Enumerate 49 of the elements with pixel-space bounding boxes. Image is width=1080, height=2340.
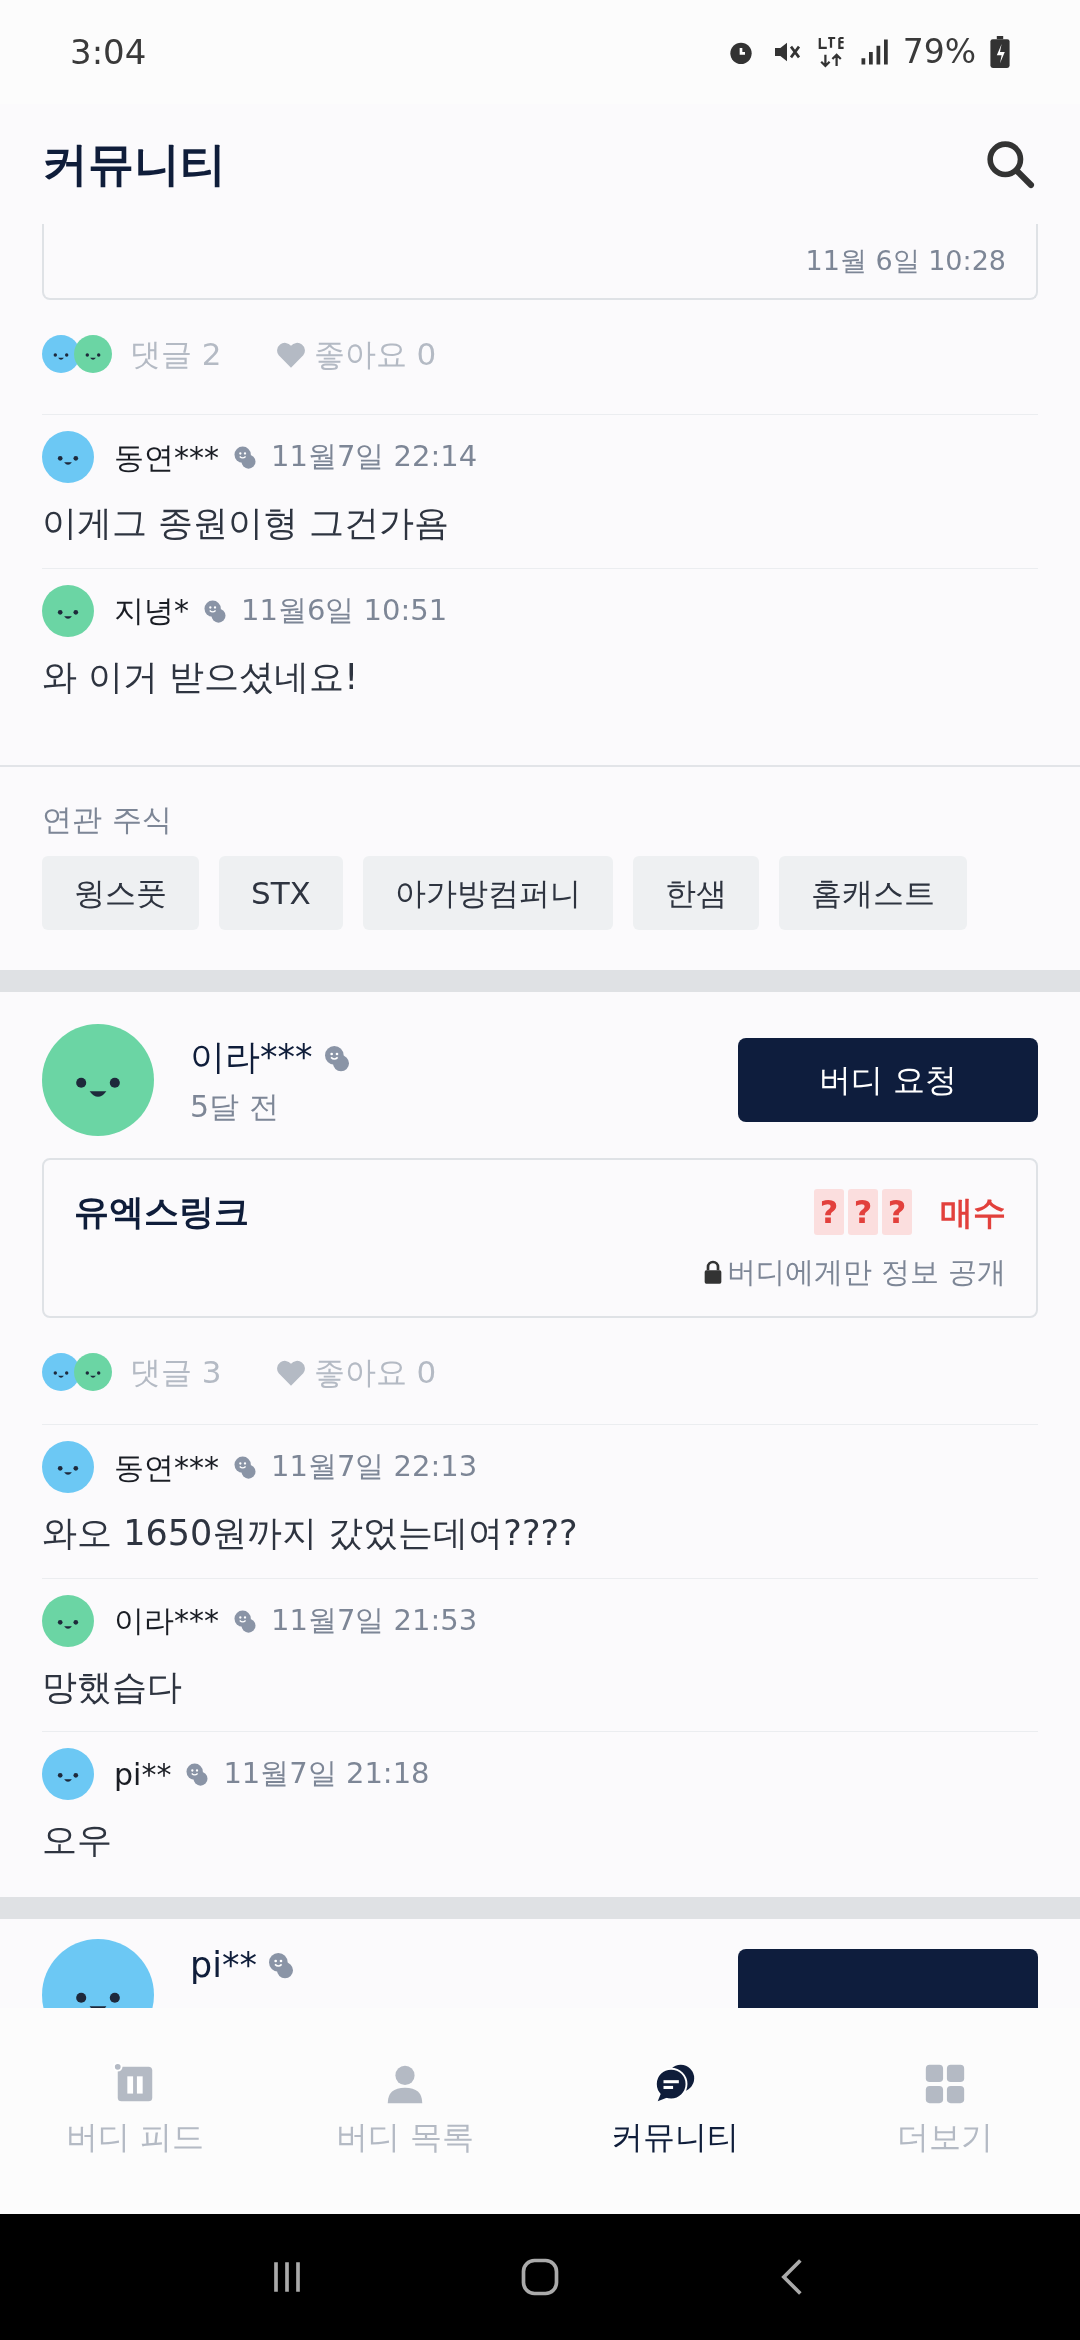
avatar-icon xyxy=(42,1594,94,1647)
trade-action: 매수 xyxy=(940,1191,1006,1234)
avatar-icon xyxy=(42,1353,80,1391)
commenter-name: pi** xyxy=(114,1755,172,1794)
battery-percent: 79% xyxy=(902,31,976,74)
avatar-icon xyxy=(42,1748,94,1800)
avatar-icon xyxy=(42,1024,154,1136)
commenter-name: 지녕* xyxy=(114,592,189,630)
nav-tab[interactable]: 커뮤니티 xyxy=(540,2061,810,2161)
masked-price: ? xyxy=(882,1189,912,1236)
avatar-icon xyxy=(42,431,94,483)
comment-time: 11월7일 21:18 xyxy=(223,1755,430,1793)
comment-text: 오우 xyxy=(42,1819,113,1862)
commenter-name: 동연*** xyxy=(114,1448,219,1487)
comment-text: 와 이거 받으셨네요! xyxy=(42,655,360,699)
buddy-request-button[interactable]: 버디 요청 xyxy=(738,1038,1038,1122)
stock-name: 유엑스링크 xyxy=(74,1191,249,1234)
avatar-icon xyxy=(42,584,94,637)
privacy-note: 버디에게만 정보 공개 xyxy=(726,1253,1006,1291)
avatar-icon xyxy=(42,335,80,373)
stock-chip[interactable]: 아가방컴퍼니 xyxy=(362,856,613,930)
status-time: 3:04 xyxy=(70,30,147,74)
stock-chip[interactable]: STX xyxy=(219,856,343,930)
author-name: 이라*** xyxy=(190,1036,313,1080)
comment-time: 11월7일 22:14 xyxy=(271,438,478,476)
commenter-name: 이라*** xyxy=(114,1602,219,1640)
battery-icon xyxy=(990,36,1010,68)
page-title: 커뮤니티 xyxy=(42,135,226,193)
comment-text: 망했습다 xyxy=(42,1665,183,1709)
comment-time: 11월7일 21:53 xyxy=(271,1601,478,1639)
post-time: 5달 전 xyxy=(190,1087,280,1126)
comment-time: 11월7일 22:13 xyxy=(271,1448,478,1486)
comment-time: 11월6일 10:51 xyxy=(241,591,448,629)
avatar-icon xyxy=(74,335,112,373)
post-date: 11월 6일 10:28 xyxy=(805,243,1006,278)
stock-chip[interactable]: 홈캐스트 xyxy=(778,856,967,930)
lock-icon xyxy=(702,1260,723,1285)
comment-text: 이게그 종원이형 그건가욤 xyxy=(42,502,451,545)
masked-price: ? xyxy=(814,1189,844,1236)
avatar-icon xyxy=(42,1441,94,1493)
related-stocks-label: 연관 주식 xyxy=(42,801,173,839)
commenter-name: 동연*** xyxy=(114,438,219,477)
author-name: pi** xyxy=(190,1943,257,1987)
stock-chip[interactable]: 한샘 xyxy=(632,856,759,930)
avatar-icon xyxy=(74,1353,112,1391)
network-icon xyxy=(816,35,845,69)
masked-price: ? xyxy=(848,1189,878,1236)
comment-text: 와오 1650원까지 갔었는데여???? xyxy=(42,1512,579,1555)
stock-chip[interactable]: 윙스풋 xyxy=(42,856,199,930)
